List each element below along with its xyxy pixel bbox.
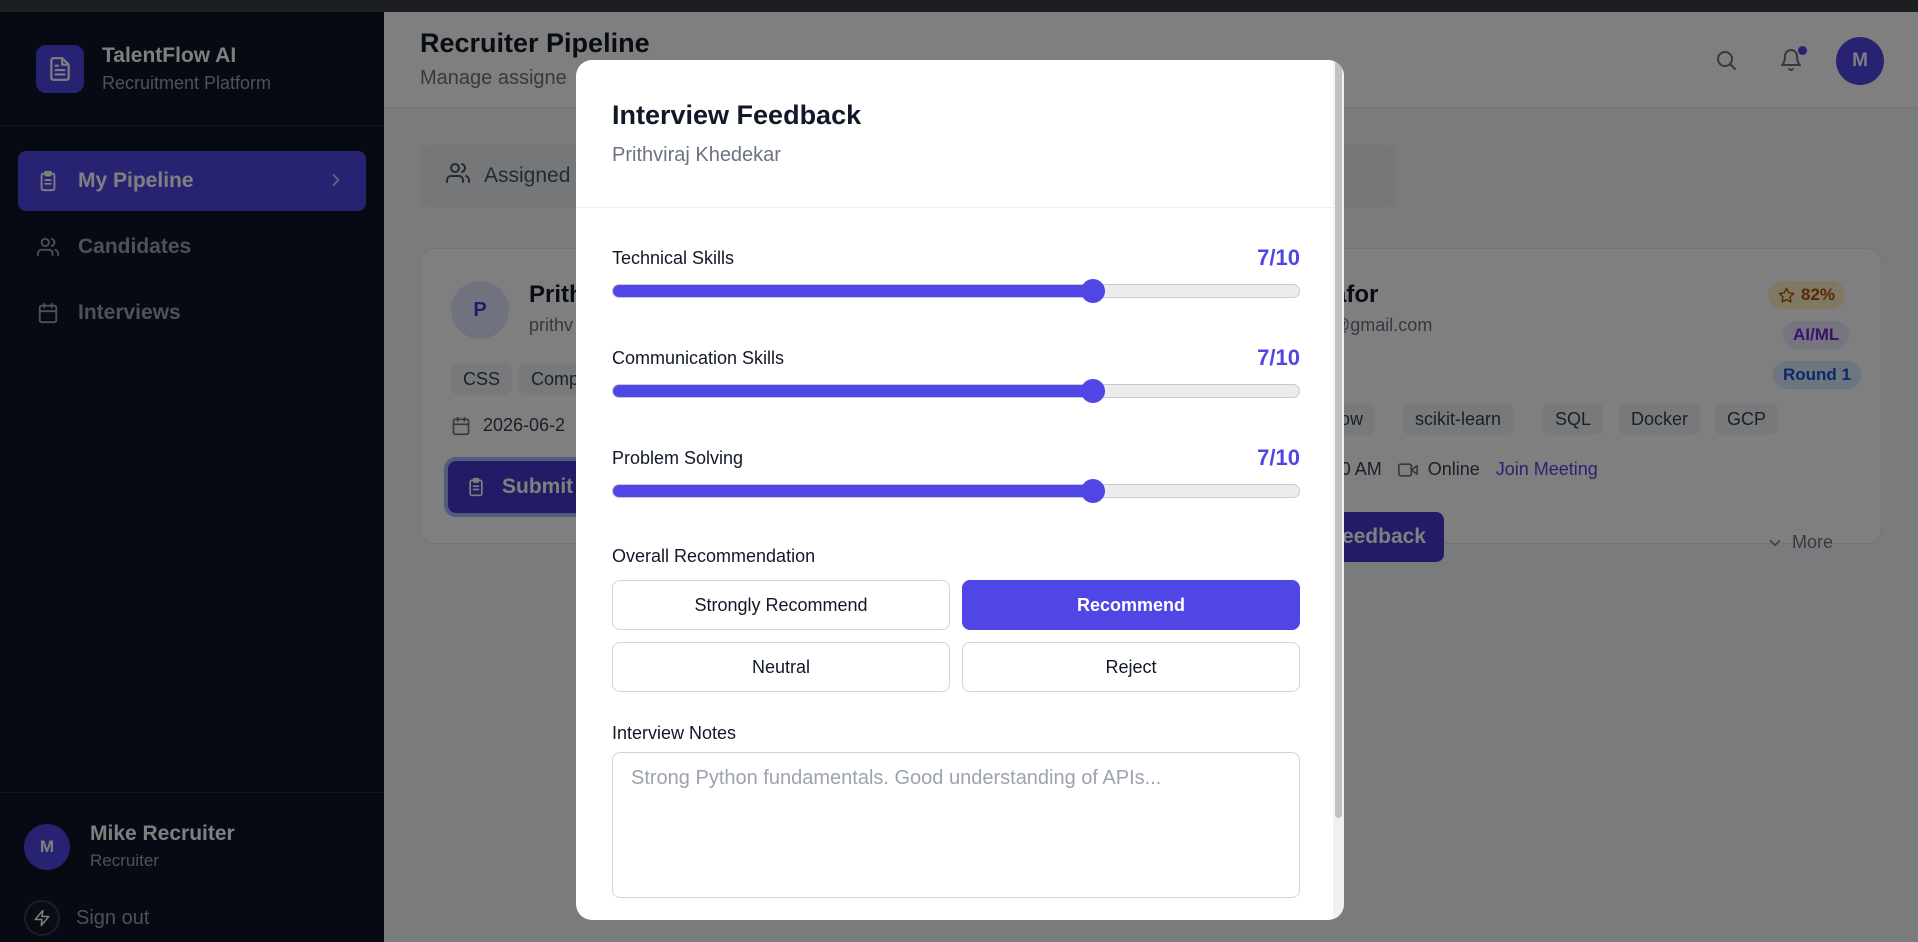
recommend-button[interactable]: Recommend xyxy=(962,580,1300,630)
strongly-recommend-button[interactable]: Strongly Recommend xyxy=(612,580,950,630)
slider-label: Technical Skills xyxy=(612,248,735,268)
interview-feedback-modal: Interview Feedback Prithviraj Khedekar T… xyxy=(576,60,1344,920)
slider-track[interactable] xyxy=(612,279,1300,303)
slider-track[interactable] xyxy=(612,479,1300,503)
notes-label: Interview Notes xyxy=(612,723,737,743)
slider-label: Communication Skills xyxy=(612,348,785,368)
slider-value: 7/10 xyxy=(1257,345,1300,370)
slider-label: Problem Solving xyxy=(612,448,744,468)
slider-thumb[interactable] xyxy=(1081,379,1106,403)
reject-button[interactable]: Reject xyxy=(962,642,1300,692)
slider-thumb[interactable] xyxy=(1081,279,1106,303)
slider-value: 7/10 xyxy=(1257,445,1300,470)
slider-fill xyxy=(613,285,1094,297)
slider-thumb[interactable] xyxy=(1081,479,1106,503)
modal-scrollbar[interactable] xyxy=(1333,60,1344,920)
slider-track[interactable] xyxy=(612,379,1300,403)
slider-value: 7/10 xyxy=(1257,245,1300,270)
neutral-button[interactable]: Neutral xyxy=(612,642,950,692)
slider-fill xyxy=(613,485,1094,497)
slider-fill xyxy=(613,385,1094,397)
interview-notes-input[interactable] xyxy=(612,752,1300,898)
modal-candidate-name: Prithviraj Khedekar xyxy=(612,144,781,166)
modal-title: Interview Feedback xyxy=(612,100,862,130)
scrollbar-thumb[interactable] xyxy=(1335,60,1342,818)
modal-divider xyxy=(576,207,1344,208)
recommendation-label: Overall Recommendation xyxy=(612,546,816,566)
